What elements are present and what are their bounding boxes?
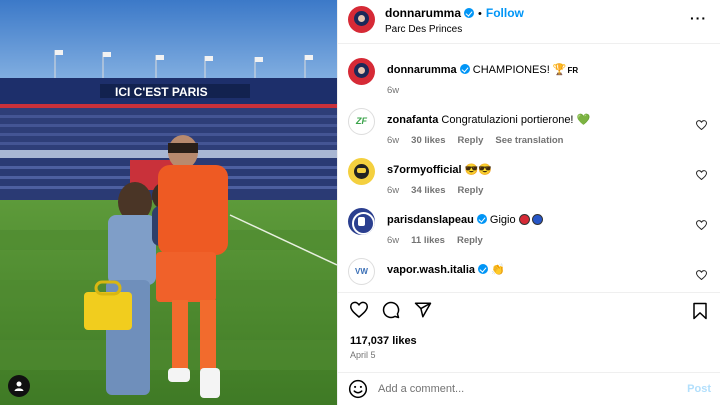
caption-username[interactable]: donnarumma: [387, 64, 457, 76]
post-date: April 5: [350, 350, 376, 360]
stadium-photo: ICI C'EST PARIS: [0, 0, 337, 405]
verified-badge-icon: [459, 64, 470, 74]
clap-emoji: 👏: [491, 264, 505, 276]
more-options-icon[interactable]: ···: [690, 10, 707, 26]
comment-likes[interactable]: 34 likes: [411, 185, 445, 196]
post-details-panel: donnarumma • Follow Parc Des Princes ··· d…: [337, 0, 720, 405]
comment-age: 6w: [387, 135, 400, 146]
avatar[interactable]: [348, 258, 375, 285]
bookmark-icon[interactable]: [692, 302, 708, 320]
comment-row: parisdanslapeau Gigio 6w 11 likes Reply: [348, 208, 713, 258]
avatar[interactable]: [348, 208, 375, 235]
caption-text: CHAMPIONES!: [472, 64, 550, 76]
like-count[interactable]: 117,037 likes: [350, 335, 417, 347]
action-bar: [350, 301, 432, 319]
comment-box: Post: [338, 373, 720, 405]
caption-row: donnarumma CHAMPIONES! 🏆FR 6w: [348, 58, 713, 108]
blue-circle-emoji: [531, 214, 543, 225]
avatar[interactable]: [348, 158, 375, 185]
reply-button[interactable]: Reply: [458, 185, 484, 196]
post-photo[interactable]: ICI C'EST PARIS: [0, 0, 337, 405]
flag-emoji: FR: [567, 66, 579, 75]
comment-username[interactable]: zonafanta: [387, 114, 438, 126]
comment-row: vapor.wash.italia 👏: [348, 258, 713, 292]
comment-likes[interactable]: 11 likes: [411, 235, 445, 246]
comment-text: Congratulazioni portierone!: [441, 114, 574, 126]
separator: •: [478, 8, 482, 20]
comment-list: donnarumma CHAMPIONES! 🏆FR 6w zonafanta …: [348, 58, 713, 292]
red-circle-emoji: [518, 214, 530, 225]
heart-icon[interactable]: [696, 270, 707, 280]
comment-icon[interactable]: [382, 301, 400, 319]
author-username[interactable]: donnarumma: [385, 6, 461, 20]
post-dialog: ICI C'EST PARIS donnarumma • Follow Parc…: [0, 0, 720, 405]
comment-age: 6w: [387, 185, 400, 196]
follow-button[interactable]: Follow: [486, 6, 524, 20]
verified-badge-icon: [476, 214, 487, 224]
heart-icon[interactable]: [696, 220, 707, 230]
emoji-icon[interactable]: [348, 379, 368, 399]
see-translation-button[interactable]: See translation: [495, 135, 563, 146]
heart-icon[interactable]: [696, 120, 707, 130]
avatar[interactable]: [348, 108, 375, 135]
actions-divider: [338, 292, 720, 293]
post-location[interactable]: Parc Des Princes: [385, 23, 524, 37]
verified-badge-icon: [464, 8, 475, 18]
post-comment-button[interactable]: Post: [687, 383, 711, 395]
comment-emoji: 😎😎: [464, 164, 493, 176]
user-tag-icon[interactable]: [8, 375, 30, 397]
comment-username[interactable]: s7ormyofficial: [387, 164, 462, 176]
trophy-emoji: 🏆: [552, 64, 567, 76]
comment-row: zonafanta Congratulazioni portierone! 💚 …: [348, 108, 713, 158]
reply-button[interactable]: Reply: [457, 235, 483, 246]
comment-row: s7ormyofficial 😎😎 6w 34 likes Reply: [348, 158, 713, 208]
share-icon[interactable]: [414, 301, 432, 319]
caption-age: 6w: [387, 85, 400, 96]
heart-icon[interactable]: [696, 170, 707, 180]
comment-text: Gigio: [489, 214, 516, 226]
avatar[interactable]: [348, 6, 375, 33]
heart-icon[interactable]: [350, 301, 368, 318]
stadium-banner-text: ICI C'EST PARIS: [115, 85, 208, 99]
green-heart-emoji: 💚: [576, 114, 591, 126]
header-divider: [338, 43, 720, 44]
verified-badge-icon: [478, 264, 489, 274]
comment-likes[interactable]: 30 likes: [411, 135, 445, 146]
comment-age: 6w: [387, 235, 400, 246]
avatar[interactable]: [348, 58, 375, 85]
comment-username[interactable]: parisdanslapeau: [387, 214, 474, 226]
comment-input[interactable]: [378, 383, 668, 395]
comment-username[interactable]: vapor.wash.italia: [387, 264, 475, 276]
reply-button[interactable]: Reply: [458, 135, 484, 146]
post-header: donnarumma • Follow Parc Des Princes ···: [338, 0, 720, 43]
